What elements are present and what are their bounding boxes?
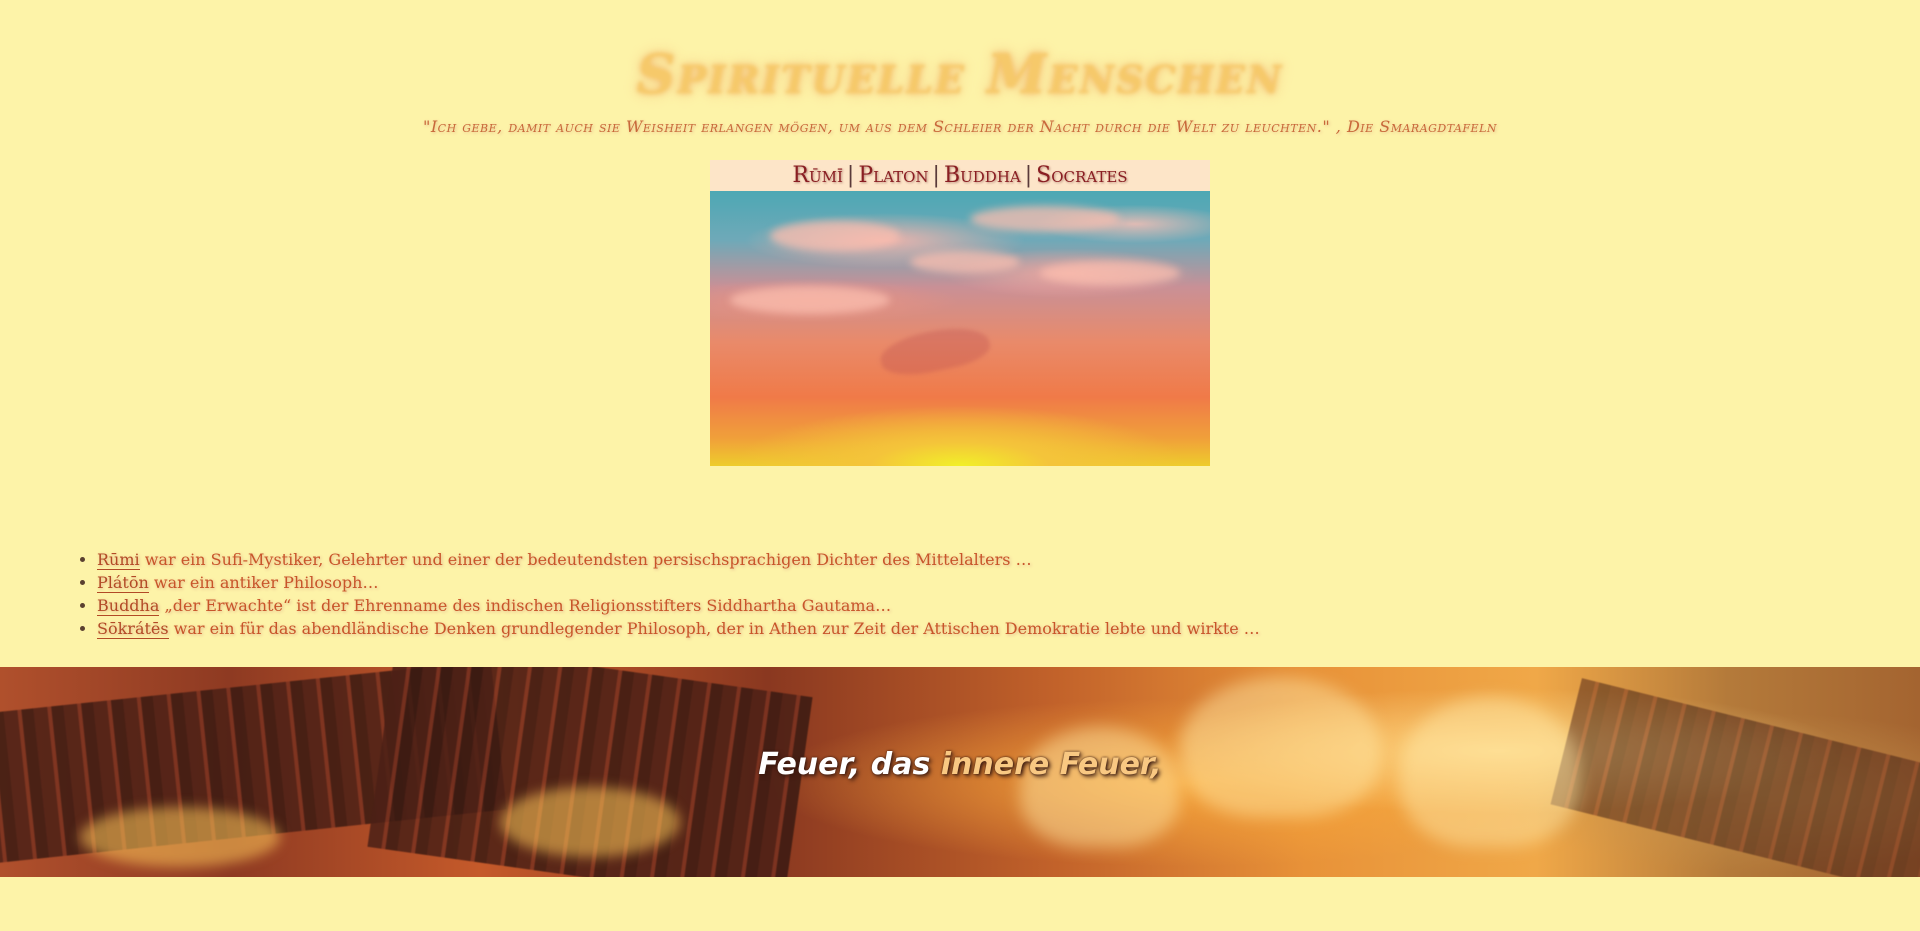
hero-sky-image xyxy=(710,191,1210,466)
top-nav: Rūmī | Platon | Buddha | Socrates xyxy=(710,160,1210,191)
cloud-shape xyxy=(1040,261,1180,285)
cloud-shape xyxy=(770,221,900,251)
list-item-text: war ein antiker Philosoph… xyxy=(148,573,379,592)
silhouette-shape xyxy=(877,320,993,382)
nav-link-buddha[interactable]: Buddha xyxy=(944,163,1021,188)
list-item-text: war ein für das abendländische Denken gr… xyxy=(168,619,1260,638)
fire-slogan: Feuer, das innere Feuer, xyxy=(0,747,1920,782)
list-link-socrates[interactable]: Sōkrátēs xyxy=(97,619,169,639)
intro-list: Rūmi war ein Sufi-Mystiker, Gelehrter un… xyxy=(79,548,1260,640)
list-item: Buddha „der Erwachte“ ist der Ehrenname … xyxy=(97,594,1260,617)
quote-text: "Ich gebe, damit auch sie Weisheit erlan… xyxy=(422,117,1498,136)
nav-separator: | xyxy=(846,163,855,188)
list-item-text: „der Erwachte“ ist der Ehrenname des ind… xyxy=(159,596,892,615)
cloud-shape xyxy=(910,251,1020,273)
cloud-shape xyxy=(970,206,1120,232)
site-title: Spirituelle Menschen xyxy=(636,42,1284,107)
nav-separator: | xyxy=(932,163,940,188)
list-item-text: war ein Sufi-Mystiker, Gelehrter und ein… xyxy=(139,550,1032,569)
nav-separator: | xyxy=(1024,163,1033,188)
slogan-text: Feuer, das xyxy=(758,747,941,782)
cloud-shape xyxy=(730,286,890,314)
nav-link-socrates[interactable]: Socrates xyxy=(1036,163,1127,188)
nav-link-rumi[interactable]: Rūmī xyxy=(792,163,843,188)
nav-link-platon[interactable]: Platon xyxy=(858,163,928,188)
fire-banner: Feuer, das innere Feuer, xyxy=(0,667,1920,877)
ember-glow xyxy=(80,807,280,867)
list-item: Sōkrátēs war ein für das abendländische … xyxy=(97,617,1260,640)
list-link-rumi[interactable]: Rūmi xyxy=(97,550,140,570)
list-item: Rūmi war ein Sufi-Mystiker, Gelehrter un… xyxy=(97,548,1260,571)
list-link-buddha[interactable]: Buddha xyxy=(97,596,160,616)
slogan-accent: innere Feuer, xyxy=(940,747,1162,782)
ember-glow xyxy=(500,787,680,857)
page: Spirituelle Menschen "Ich gebe, damit au… xyxy=(0,0,1920,931)
list-item: Plátōn war ein antiker Philosoph… xyxy=(97,571,1260,594)
flame-glow xyxy=(1020,727,1180,847)
list-link-platon[interactable]: Plátōn xyxy=(97,573,149,593)
